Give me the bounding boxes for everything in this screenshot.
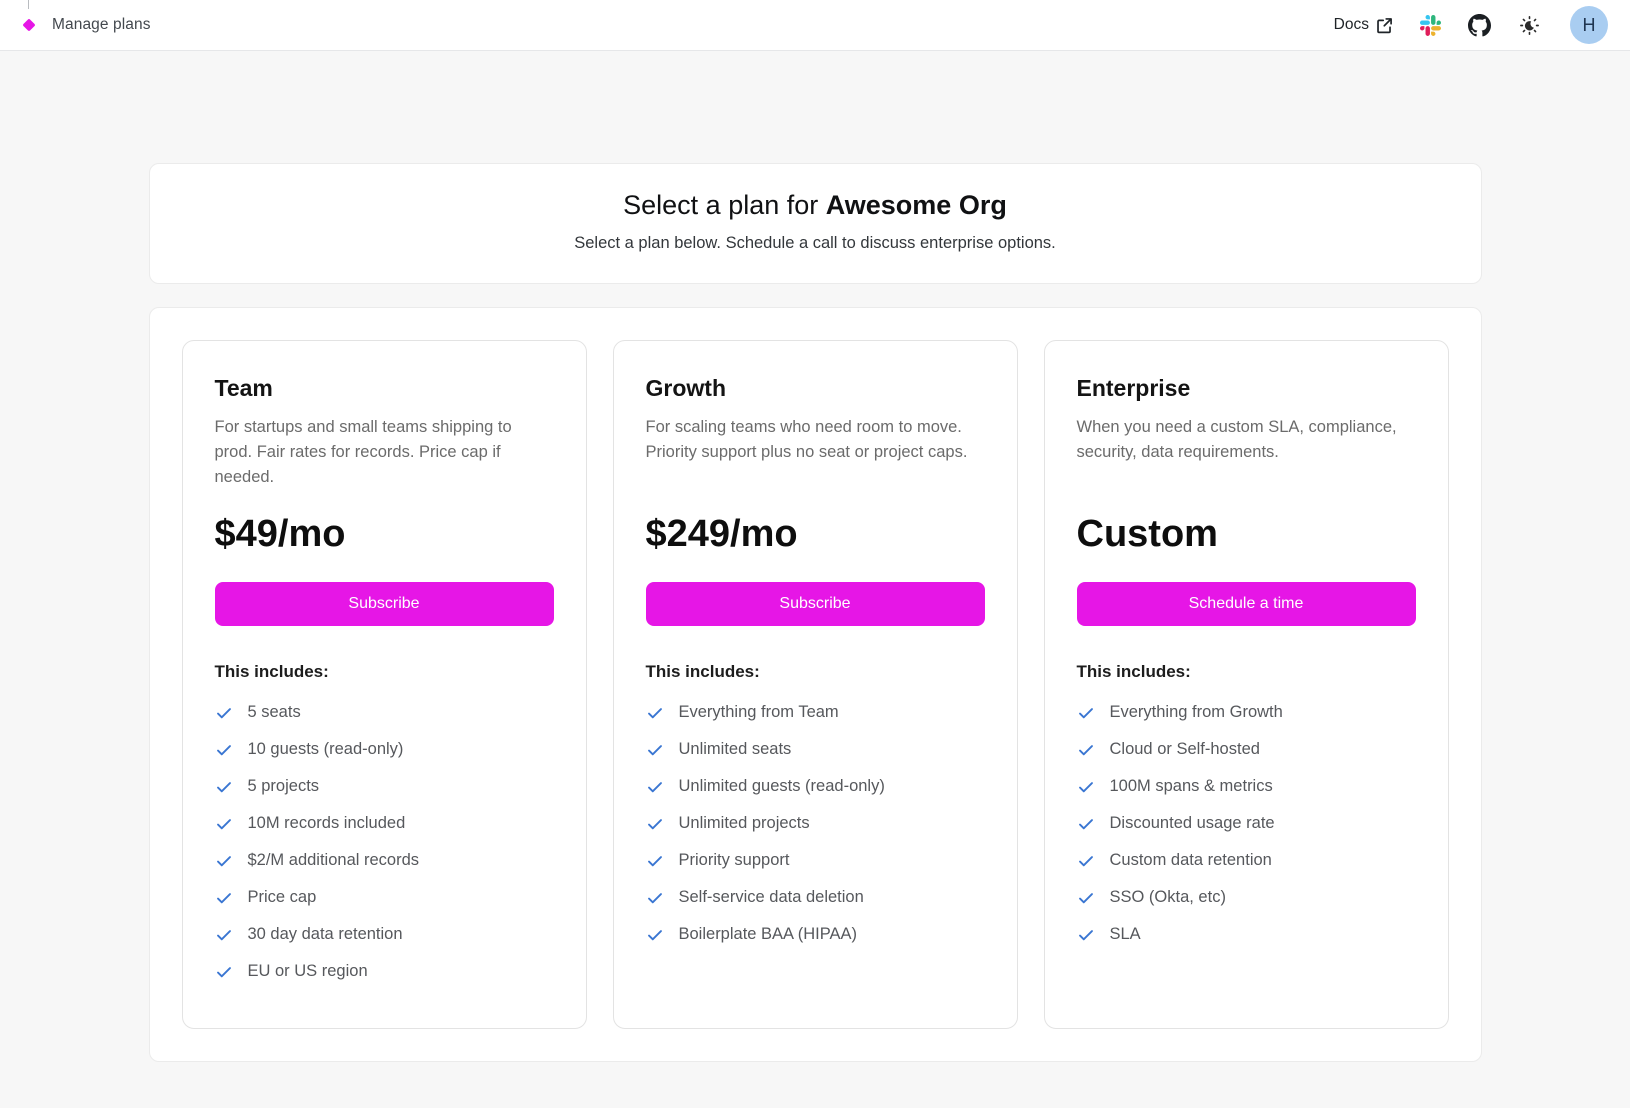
feature-item: 30 day data retention bbox=[215, 916, 554, 953]
feature-item: Discounted usage rate bbox=[1077, 805, 1416, 842]
check-icon bbox=[1077, 704, 1095, 722]
plan-name: Growth bbox=[646, 375, 985, 402]
check-icon bbox=[215, 852, 233, 870]
org-name: Awesome Org bbox=[826, 190, 1007, 220]
plan-card-enterprise: Enterprise When you need a custom SLA, c… bbox=[1044, 340, 1449, 1029]
docs-link-label: Docs bbox=[1334, 16, 1369, 34]
check-icon bbox=[215, 704, 233, 722]
feature-item: 100M spans & metrics bbox=[1077, 768, 1416, 805]
github-icon[interactable] bbox=[1468, 14, 1491, 37]
feature-item: Unlimited guests (read-only) bbox=[646, 768, 985, 805]
page-subtitle: Select a plan below. Schedule a call to … bbox=[180, 234, 1451, 253]
check-icon bbox=[215, 963, 233, 981]
slack-icon[interactable] bbox=[1420, 15, 1441, 36]
feature-list: 5 seats 10 guests (read-only) 5 projects… bbox=[215, 694, 554, 990]
plan-description: When you need a custom SLA, compliance, … bbox=[1077, 415, 1416, 491]
feature-item: Everything from Team bbox=[646, 694, 985, 731]
feature-item: EU or US region bbox=[215, 953, 554, 990]
theme-toggle-icon[interactable] bbox=[1518, 14, 1541, 37]
feature-item: Self-service data deletion bbox=[646, 879, 985, 916]
feature-item: Priority support bbox=[646, 842, 985, 879]
topbar: Manage plans Docs bbox=[0, 0, 1630, 51]
feature-item: Unlimited seats bbox=[646, 731, 985, 768]
check-icon bbox=[646, 889, 664, 907]
page-title-prefix: Select a plan for bbox=[623, 190, 826, 220]
external-link-icon bbox=[1376, 17, 1393, 34]
plan-name: Enterprise bbox=[1077, 375, 1416, 402]
plans-row: Team For startups and small teams shippi… bbox=[182, 340, 1449, 1029]
page-title: Select a plan for Awesome Org bbox=[180, 190, 1451, 221]
check-icon bbox=[215, 889, 233, 907]
feature-item: 10M records included bbox=[215, 805, 554, 842]
check-icon bbox=[215, 778, 233, 796]
feature-item: Price cap bbox=[215, 879, 554, 916]
schedule-a-time-button[interactable]: Schedule a time bbox=[1077, 582, 1416, 626]
feature-list: Everything from Team Unlimited seats Unl… bbox=[646, 694, 985, 953]
check-icon bbox=[646, 704, 664, 722]
check-icon bbox=[1077, 889, 1095, 907]
check-icon bbox=[1077, 852, 1095, 870]
check-icon bbox=[1077, 926, 1095, 944]
feature-item: 5 projects bbox=[215, 768, 554, 805]
plan-description: For startups and small teams shipping to… bbox=[215, 415, 554, 491]
docs-link[interactable]: Docs bbox=[1334, 16, 1393, 34]
check-icon bbox=[646, 815, 664, 833]
user-avatar[interactable]: H bbox=[1570, 6, 1608, 44]
feature-item: 5 seats bbox=[215, 694, 554, 731]
feature-item: 10 guests (read-only) bbox=[215, 731, 554, 768]
check-icon bbox=[646, 778, 664, 796]
plan-name: Team bbox=[215, 375, 554, 402]
check-icon bbox=[215, 815, 233, 833]
feature-list: Everything from Growth Cloud or Self-hos… bbox=[1077, 694, 1416, 953]
includes-label: This includes: bbox=[215, 662, 554, 682]
check-icon bbox=[215, 741, 233, 759]
diamond-logo-icon[interactable] bbox=[21, 17, 37, 33]
check-icon bbox=[646, 926, 664, 944]
feature-item: Custom data retention bbox=[1077, 842, 1416, 879]
plan-description: For scaling teams who need room to move.… bbox=[646, 415, 985, 491]
plan-price: Custom bbox=[1077, 513, 1416, 556]
main-content: Select a plan for Awesome Org Select a p… bbox=[149, 163, 1482, 1062]
topbar-tick-divider bbox=[28, 0, 29, 9]
plan-card-team: Team For startups and small teams shippi… bbox=[182, 340, 587, 1029]
feature-item: $2/M additional records bbox=[215, 842, 554, 879]
feature-item: Unlimited projects bbox=[646, 805, 985, 842]
plan-card-growth: Growth For scaling teams who need room t… bbox=[613, 340, 1018, 1029]
feature-item: SLA bbox=[1077, 916, 1416, 953]
page-heading: Manage plans bbox=[52, 16, 151, 34]
check-icon bbox=[646, 852, 664, 870]
plans-panel: Team For startups and small teams shippi… bbox=[149, 307, 1482, 1062]
feature-item: Everything from Growth bbox=[1077, 694, 1416, 731]
plan-price: $249/mo bbox=[646, 513, 985, 556]
check-icon bbox=[1077, 815, 1095, 833]
check-icon bbox=[646, 741, 664, 759]
check-icon bbox=[215, 926, 233, 944]
topbar-left: Manage plans bbox=[21, 16, 151, 34]
feature-item: SSO (Okta, etc) bbox=[1077, 879, 1416, 916]
topbar-actions: Docs bbox=[1334, 6, 1608, 44]
feature-item: Cloud or Self-hosted bbox=[1077, 731, 1416, 768]
check-icon bbox=[1077, 778, 1095, 796]
plan-price: $49/mo bbox=[215, 513, 554, 556]
feature-item: Boilerplate BAA (HIPAA) bbox=[646, 916, 985, 953]
plan-select-header-panel: Select a plan for Awesome Org Select a p… bbox=[149, 163, 1482, 284]
check-icon bbox=[1077, 741, 1095, 759]
subscribe-button-team[interactable]: Subscribe bbox=[215, 582, 554, 626]
includes-label: This includes: bbox=[1077, 662, 1416, 682]
includes-label: This includes: bbox=[646, 662, 985, 682]
subscribe-button-growth[interactable]: Subscribe bbox=[646, 582, 985, 626]
